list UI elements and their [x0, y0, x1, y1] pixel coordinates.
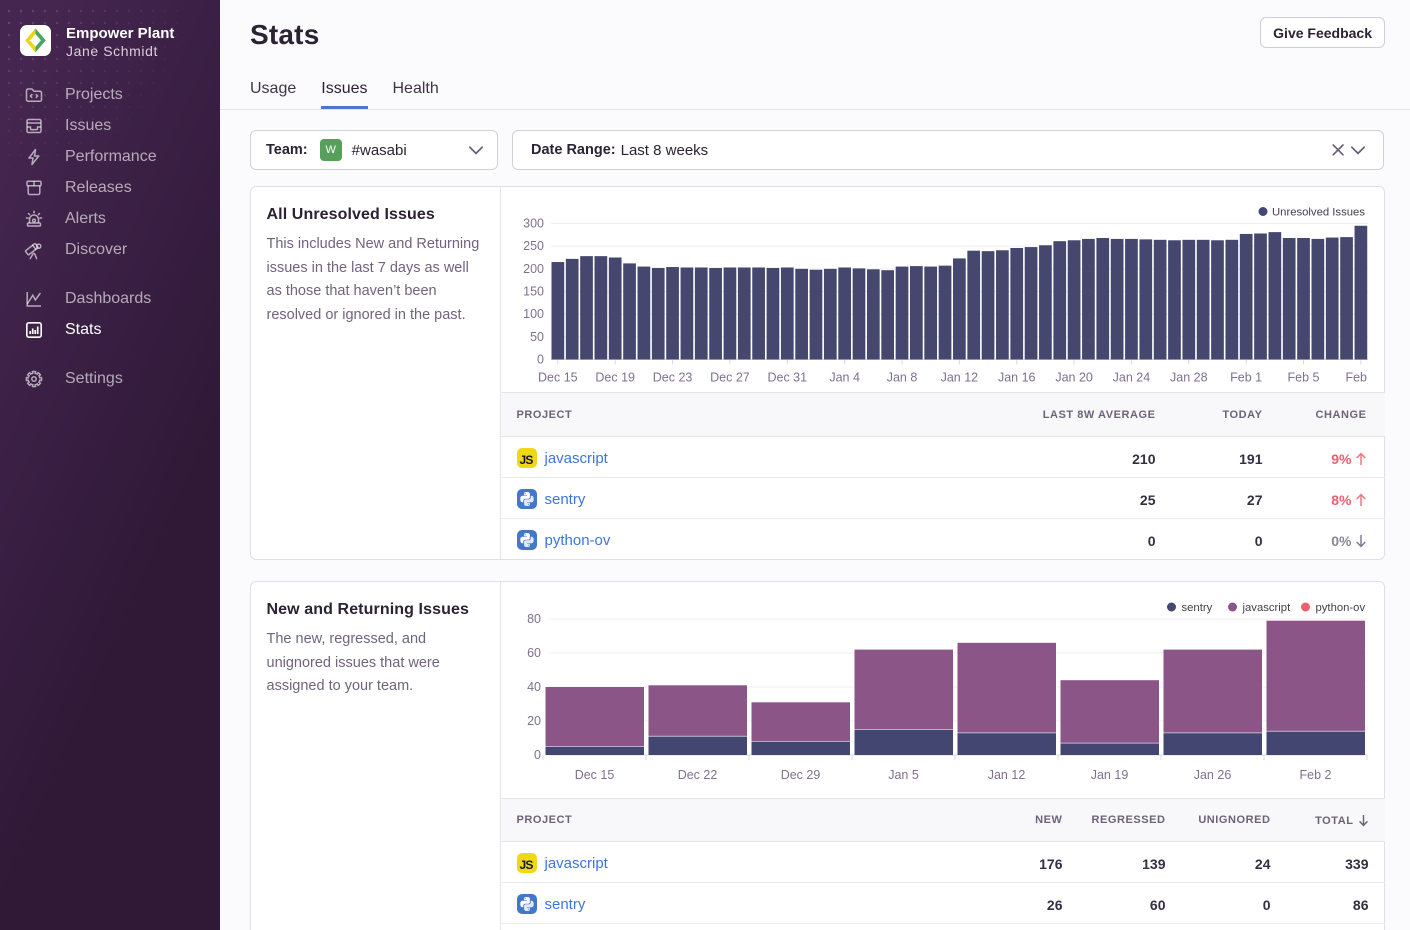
- svg-text:Dec 29: Dec 29: [780, 768, 820, 782]
- svg-text:100: 100: [523, 307, 544, 321]
- svg-text:150: 150: [523, 285, 544, 299]
- svg-text:40: 40: [527, 680, 541, 694]
- svg-text:20: 20: [527, 714, 541, 728]
- svg-text:Feb 2: Feb 2: [1299, 768, 1331, 782]
- svg-text:Dec 15: Dec 15: [574, 768, 614, 782]
- svg-text:200: 200: [523, 262, 544, 276]
- svg-text:Jan 20: Jan 20: [1055, 371, 1093, 385]
- svg-text:Dec 31: Dec 31: [767, 371, 807, 385]
- svg-text:Jan 16: Jan 16: [997, 371, 1035, 385]
- svg-text:Jan 4: Jan 4: [829, 371, 860, 385]
- svg-text:Jan 5: Jan 5: [888, 768, 919, 782]
- svg-text:60: 60: [527, 646, 541, 660]
- svg-text:300: 300: [523, 217, 544, 231]
- svg-text:Jan 12: Jan 12: [940, 371, 978, 385]
- svg-text:Feb: Feb: [1345, 371, 1367, 385]
- svg-text:50: 50: [530, 330, 544, 344]
- svg-text:80: 80: [527, 612, 541, 626]
- svg-text:Jan 26: Jan 26: [1193, 768, 1231, 782]
- svg-text:Jan 24: Jan 24: [1112, 371, 1150, 385]
- svg-text:Dec 19: Dec 19: [595, 371, 635, 385]
- svg-text:Feb 1: Feb 1: [1230, 371, 1262, 385]
- svg-text:0: 0: [537, 353, 544, 367]
- svg-text:Jan 28: Jan 28: [1170, 371, 1208, 385]
- svg-text:Jan 12: Jan 12: [987, 768, 1025, 782]
- svg-text:python-ov: python-ov: [1315, 602, 1365, 614]
- svg-text:0: 0: [534, 748, 541, 762]
- svg-text:Unresolved Issues: Unresolved Issues: [1272, 207, 1365, 219]
- svg-text:javascript: javascript: [1241, 602, 1291, 614]
- svg-text:Dec 15: Dec 15: [538, 371, 578, 385]
- svg-text:Dec 27: Dec 27: [710, 371, 750, 385]
- svg-text:Jan 8: Jan 8: [886, 371, 917, 385]
- svg-text:Dec 22: Dec 22: [677, 768, 717, 782]
- svg-text:sentry: sentry: [1181, 602, 1212, 614]
- svg-text:Feb 5: Feb 5: [1287, 371, 1319, 385]
- svg-text:Jan 19: Jan 19: [1090, 768, 1128, 782]
- svg-text:Dec 23: Dec 23: [652, 371, 692, 385]
- svg-text:250: 250: [523, 239, 544, 253]
